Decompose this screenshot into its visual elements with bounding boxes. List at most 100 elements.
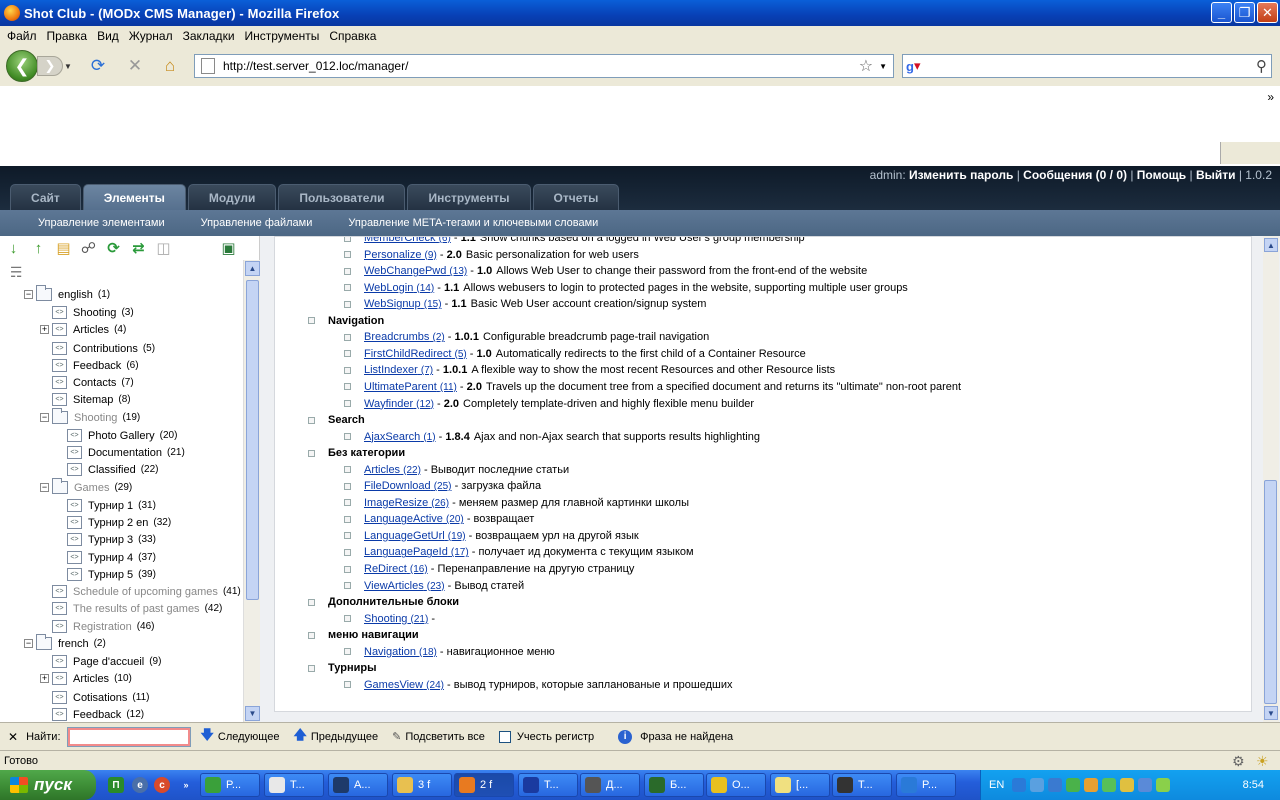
hide-tree-icon[interactable]: ▣ bbox=[220, 240, 237, 257]
tree-item[interactable]: − Shooting (19) bbox=[40, 408, 140, 426]
new-resource-icon[interactable]: ▤ bbox=[55, 240, 72, 257]
tree-item[interactable]: − Games (29) bbox=[40, 478, 132, 496]
taskbar-button[interactable]: Б... bbox=[644, 773, 704, 797]
quicklaunch-chrome-icon[interactable]: c bbox=[154, 777, 170, 793]
tree-root[interactable]: ☴ bbox=[10, 264, 23, 281]
maximize-button[interactable]: ❐ bbox=[1234, 2, 1255, 23]
snippet-link[interactable]: Breadcrumbs (2) bbox=[364, 331, 445, 343]
close-button[interactable]: ✕ bbox=[1257, 2, 1278, 23]
checkbox-icon[interactable] bbox=[498, 730, 511, 743]
taskbar-button[interactable]: A... bbox=[328, 773, 388, 797]
menu-view[interactable]: Вид bbox=[92, 29, 124, 43]
tree-item[interactable]: + <> Articles (10) bbox=[40, 670, 132, 687]
tray-volume-icon[interactable] bbox=[1120, 778, 1135, 792]
taskbar-button[interactable]: 3 f bbox=[392, 773, 452, 797]
find-close-icon[interactable]: ✕ bbox=[8, 730, 18, 744]
tray-update-icon[interactable] bbox=[1084, 778, 1099, 792]
reload-icon[interactable]: ⟳ bbox=[88, 56, 108, 76]
collapse-node-icon[interactable]: − bbox=[24, 639, 33, 648]
snippet-link[interactable]: ReDirect (16) bbox=[364, 563, 428, 575]
logout-link[interactable]: Выйти bbox=[1196, 168, 1236, 182]
snippet-link[interactable]: GamesView (24) bbox=[364, 679, 444, 691]
taskbar-button[interactable]: 2 f bbox=[454, 773, 514, 797]
search-box[interactable]: g ▾ ⚲ bbox=[902, 54, 1272, 78]
tray-sync-icon[interactable] bbox=[1066, 778, 1081, 792]
url-dropdown-icon[interactable]: ▼ bbox=[879, 62, 887, 71]
taskbar-button[interactable]: P... bbox=[896, 773, 956, 797]
tree-item[interactable]: <> Registration (46) bbox=[40, 618, 155, 635]
snippet-link[interactable]: AjaxSearch (1) bbox=[364, 431, 436, 443]
snippet-link[interactable]: Personalize (9) bbox=[364, 249, 437, 261]
tab-reports[interactable]: Отчеты bbox=[532, 184, 620, 210]
snippet-link[interactable]: FirstChildRedirect (5) bbox=[364, 348, 467, 360]
tree-scroll-thumb[interactable] bbox=[246, 280, 259, 600]
refresh-tree-icon[interactable]: ⟳ bbox=[105, 240, 122, 257]
tree-item[interactable]: <> Contributions (5) bbox=[40, 340, 155, 357]
tree-scrollbar[interactable]: ▲ ▼ bbox=[243, 260, 260, 722]
scroll-up-icon[interactable]: ▲ bbox=[245, 261, 260, 276]
tree-item[interactable]: <> Contacts (7) bbox=[40, 374, 134, 391]
history-dropdown-icon[interactable]: ▼ bbox=[64, 62, 72, 71]
tray-network-icon[interactable] bbox=[1048, 778, 1063, 792]
tab-site[interactable]: Сайт bbox=[10, 184, 81, 210]
taskbar-button[interactable]: O... bbox=[706, 773, 766, 797]
snippet-link[interactable]: WebChangePwd (13) bbox=[364, 265, 467, 277]
taskbar-button[interactable]: T... bbox=[518, 773, 578, 797]
address-bar[interactable]: http://test.server_012.loc/manager/ ☆ ▼ bbox=[194, 54, 894, 78]
taskbar-button[interactable]: [... bbox=[770, 773, 830, 797]
expand-node-icon[interactable]: + bbox=[40, 674, 49, 683]
sort-tree-icon[interactable]: ⇄ bbox=[130, 240, 147, 257]
highlight-all-button[interactable]: ✎ Подсветить все bbox=[392, 730, 485, 744]
snippet-link[interactable]: LanguageGetUrl (19) bbox=[364, 530, 466, 542]
tray-expand-icon[interactable] bbox=[1012, 778, 1027, 792]
snippet-link[interactable]: Navigation (18) bbox=[364, 646, 437, 658]
snippet-link[interactable]: UltimateParent (11) bbox=[364, 381, 457, 393]
messages-link[interactable]: Сообщения (0 / 0) bbox=[1023, 168, 1127, 182]
find-previous-button[interactable]: 🡅 Предыдущее bbox=[293, 726, 378, 748]
start-button[interactable]: пуск bbox=[0, 770, 96, 800]
snippet-link[interactable]: WebSignup (15) bbox=[364, 298, 442, 310]
expand-node-icon[interactable]: + bbox=[40, 325, 49, 334]
tree-item[interactable]: − english (1) bbox=[24, 285, 110, 303]
quicklaunch-more-icon[interactable]: » bbox=[178, 777, 194, 793]
tree-item[interactable]: <> Classified (22) bbox=[55, 461, 158, 478]
tree-item[interactable]: + <> Articles (4) bbox=[40, 321, 126, 338]
tree-item[interactable]: <> Турнир 2 en (32) bbox=[55, 514, 171, 531]
expand-tree-icon[interactable]: ↓ bbox=[5, 240, 22, 257]
help-link[interactable]: Помощь bbox=[1137, 168, 1186, 182]
tab-elements[interactable]: Элементы bbox=[82, 184, 186, 210]
new-weblink-icon[interactable]: ☍ bbox=[80, 240, 97, 257]
snippet-link[interactable]: LanguageActive (20) bbox=[364, 513, 464, 525]
minimize-button[interactable]: _ bbox=[1211, 2, 1232, 23]
quicklaunch-ie-icon[interactable]: e bbox=[132, 777, 148, 793]
tree-item[interactable]: <> Documentation (21) bbox=[55, 444, 185, 461]
main-scroll-thumb[interactable] bbox=[1264, 480, 1277, 704]
snippet-link[interactable]: Wayfinder (12) bbox=[364, 398, 434, 410]
tree-item[interactable]: <> Schedule of upcoming games (41) bbox=[40, 583, 241, 600]
bookmark-star-icon[interactable]: ☆ bbox=[859, 56, 873, 76]
tab-tools[interactable]: Инструменты bbox=[407, 184, 531, 210]
snippet-link[interactable]: Articles (22) bbox=[364, 464, 421, 476]
main-scrollbar[interactable]: ▲ ▼ bbox=[1263, 236, 1279, 722]
tree-item[interactable]: <> Feedback (12) bbox=[40, 706, 144, 722]
tree-item[interactable]: <> Турнир 3 (33) bbox=[55, 531, 156, 548]
url-text[interactable]: http://test.server_012.loc/manager/ bbox=[223, 59, 859, 73]
collapse-node-icon[interactable]: − bbox=[40, 413, 49, 422]
tree-item[interactable]: <> Shooting (3) bbox=[40, 304, 134, 321]
tree-item[interactable]: <> Page d'accueil (9) bbox=[40, 653, 161, 670]
tree-item[interactable]: <> Турнир 1 (31) bbox=[55, 497, 156, 514]
snippet-link[interactable]: FileDownload (25) bbox=[364, 480, 452, 492]
tree-item[interactable]: <> Feedback (6) bbox=[40, 357, 139, 374]
collapse-node-icon[interactable]: − bbox=[40, 483, 49, 492]
collapse-tree-icon[interactable]: ↑ bbox=[30, 240, 47, 257]
tray-security-icon[interactable] bbox=[1102, 778, 1117, 792]
snippet-link[interactable]: MemberCheck (6) bbox=[364, 237, 451, 244]
main-scroll-down-icon[interactable]: ▼ bbox=[1264, 706, 1278, 720]
taskbar-button[interactable]: Д... bbox=[580, 773, 640, 797]
tree-item[interactable]: <> Photo Gallery (20) bbox=[55, 427, 177, 444]
menu-file[interactable]: Файл bbox=[2, 29, 42, 43]
change-password-link[interactable]: Изменить пароль bbox=[909, 168, 1013, 182]
tree-item[interactable]: <> Cotisations (11) bbox=[40, 689, 149, 706]
subnav-manage-files[interactable]: Управление файлами bbox=[201, 217, 313, 229]
tree-item[interactable]: <> Турнир 5 (39) bbox=[55, 566, 156, 583]
